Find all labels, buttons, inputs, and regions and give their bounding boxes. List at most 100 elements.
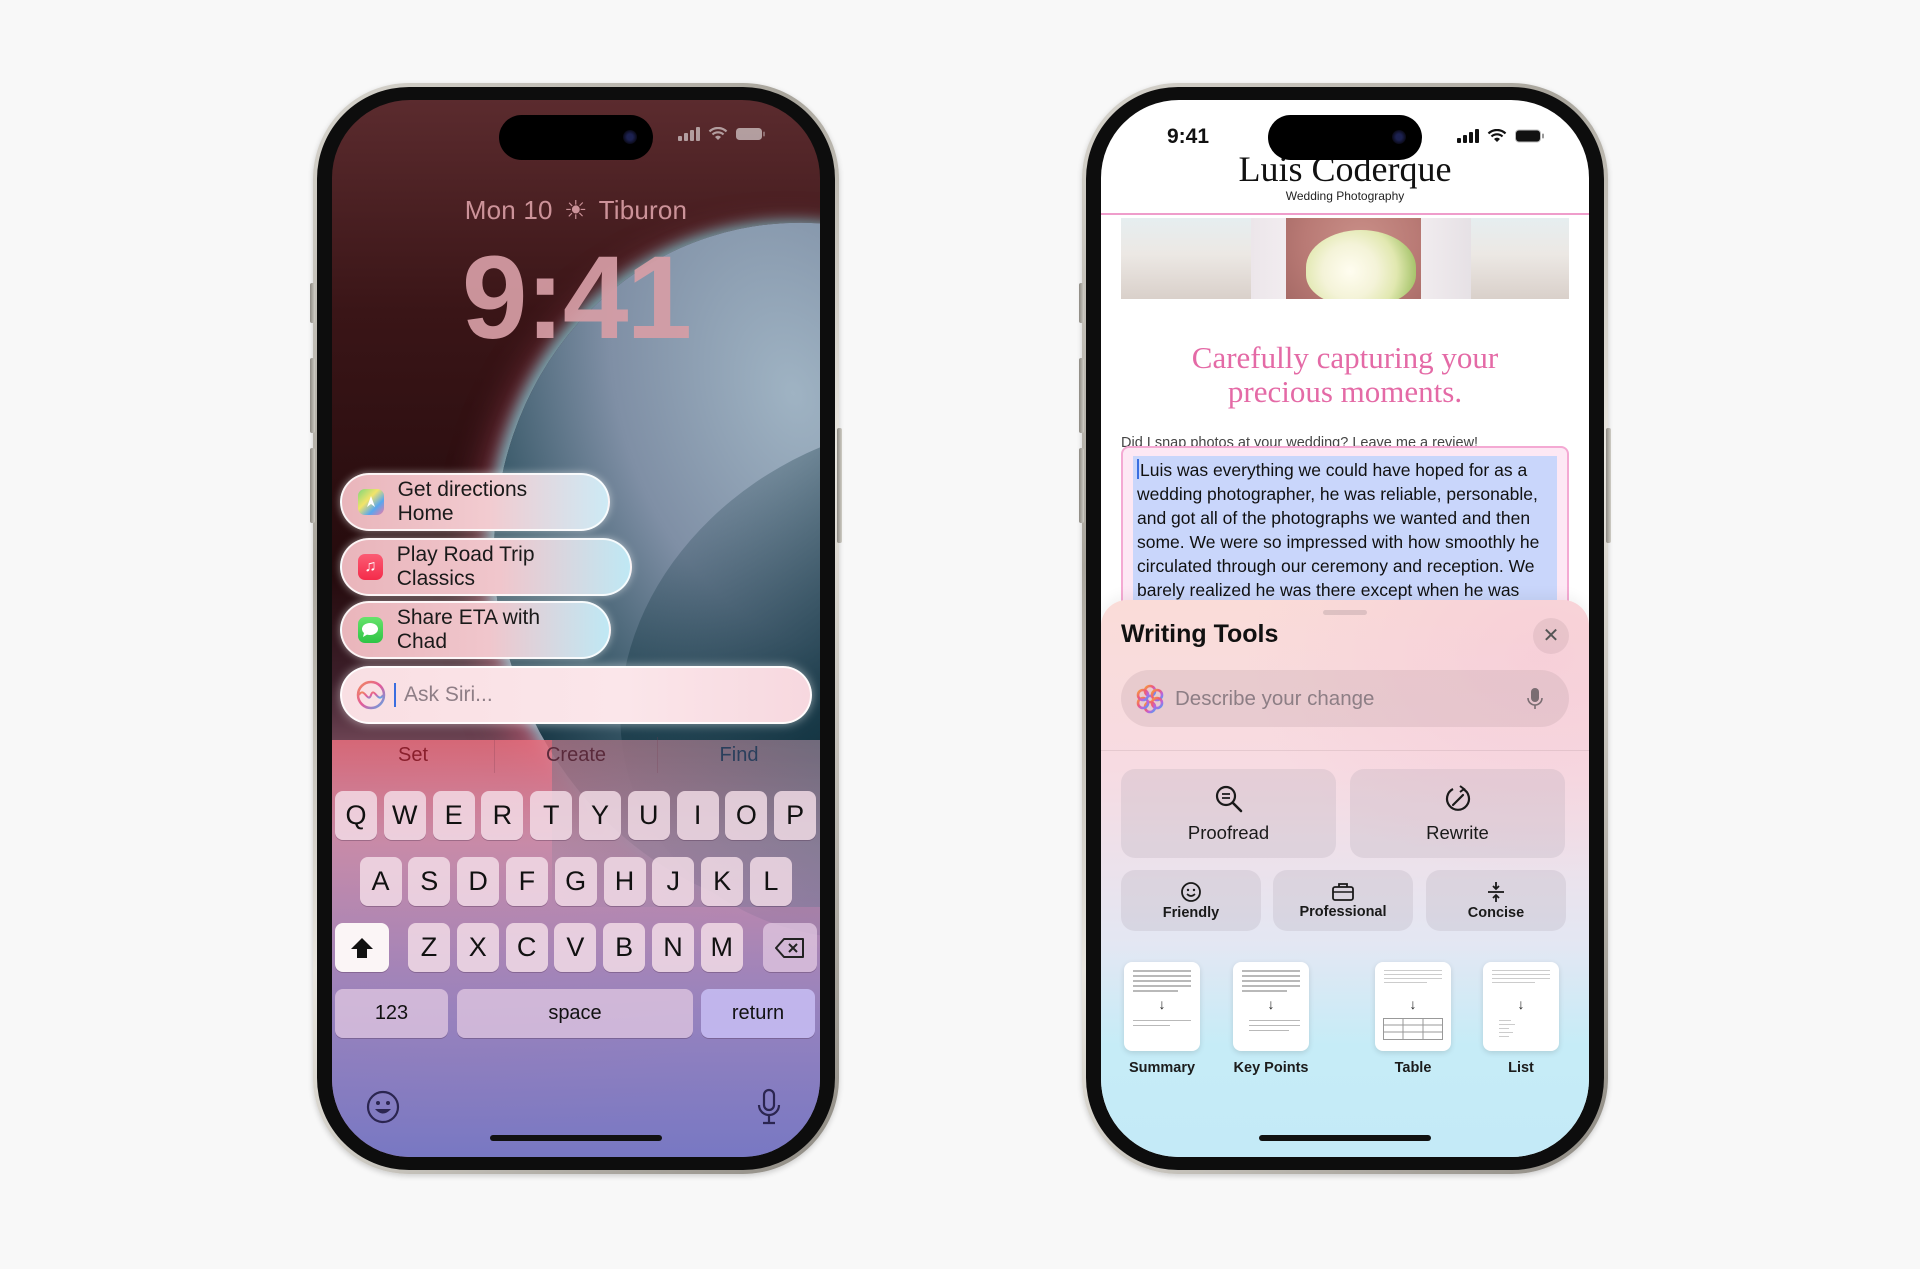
status-time: 9:41 <box>1167 125 1210 148</box>
keyboard-row-2: ASDFGHJKL <box>335 857 817 906</box>
lock-date-weather: Mon 10 ☀ Tiburon <box>332 195 820 226</box>
delete-key[interactable] <box>763 923 817 972</box>
key-a[interactable]: A <box>359 857 402 906</box>
prediction-create[interactable]: Create <box>494 737 657 773</box>
format-label: Table <box>1394 1060 1432 1076</box>
key-o[interactable]: O <box>725 791 768 840</box>
suggestion-label: Share ETA with Chad <box>396 606 541 653</box>
briefcase-icon <box>1332 882 1354 901</box>
keyboard-bottom-bar <box>332 1088 820 1128</box>
key-f[interactable]: F <box>505 857 548 906</box>
space-key[interactable]: space <box>457 989 693 1038</box>
return-key[interactable]: return <box>701 989 815 1038</box>
describe-change-input[interactable]: Describe your change <box>1121 670 1569 727</box>
table-grid-icon <box>1383 1018 1443 1040</box>
microphone-icon[interactable] <box>756 1088 782 1126</box>
arrow-down-icon: ↓ <box>1517 996 1525 1012</box>
key-k[interactable]: K <box>701 857 744 906</box>
dynamic-island <box>499 115 653 160</box>
selection-handle[interactable] <box>1137 459 1139 479</box>
key-l[interactable]: L <box>749 857 792 906</box>
key-i[interactable]: I <box>676 791 719 840</box>
key-w[interactable]: W <box>383 791 426 840</box>
header-divider <box>1101 213 1589 215</box>
maps-app-icon <box>358 489 384 515</box>
rewrite-button[interactable]: Rewrite <box>1350 769 1565 858</box>
side-button <box>837 428 842 543</box>
prediction-set[interactable]: Set <box>332 737 494 773</box>
microphone-icon[interactable] <box>1527 687 1543 711</box>
friendly-button[interactable]: Friendly <box>1121 870 1261 931</box>
tool-label: Concise <box>1467 904 1525 921</box>
key-e[interactable]: E <box>432 791 475 840</box>
key-t[interactable]: T <box>530 791 573 840</box>
site-subtitle: Wedding Photography <box>1285 189 1405 203</box>
sheet-grabber[interactable] <box>1323 610 1367 615</box>
key-z[interactable]: Z <box>408 923 450 972</box>
key-c[interactable]: C <box>505 923 548 972</box>
compress-icon <box>1488 881 1504 902</box>
key-b[interactable]: B <box>603 923 646 972</box>
status-bar <box>1457 129 1545 143</box>
marketing-stage: Mon 10 ☀ Tiburon 9:41 Get directions Hom… <box>0 0 1920 1269</box>
text-caret <box>394 683 396 707</box>
key-u[interactable]: U <box>627 791 670 840</box>
summary-thumbnail: ↓ <box>1124 962 1200 1051</box>
format-label: List <box>1508 1060 1534 1076</box>
hero-photo-bouquet <box>1121 218 1569 299</box>
key-points-button[interactable]: ↓ Key Points <box>1231 962 1311 1076</box>
proofread-button[interactable]: Proofread <box>1121 769 1336 858</box>
cellular-signal-icon <box>678 127 700 141</box>
list-button[interactable]: ↓ List <box>1481 962 1561 1076</box>
siri-suggestion-music[interactable]: ♫ Play Road Trip Classics <box>340 538 632 596</box>
key-h[interactable]: H <box>603 857 646 906</box>
key-q[interactable]: Q <box>335 791 377 840</box>
format-label: Summary <box>1128 1060 1196 1076</box>
key-y[interactable]: Y <box>579 791 621 840</box>
key-j[interactable]: J <box>652 857 695 906</box>
messages-app-icon <box>358 617 383 643</box>
key-r[interactable]: R <box>481 791 524 840</box>
key-v[interactable]: V <box>554 923 597 972</box>
home-indicator[interactable] <box>1259 1135 1431 1141</box>
review-textarea[interactable]: Luis was everything we could have hoped … <box>1121 446 1569 628</box>
prediction-find[interactable]: Find <box>657 737 820 773</box>
battery-icon <box>736 128 765 140</box>
headline-line-1: Carefully capturing your <box>1191 340 1499 375</box>
keyboard-row-4: 123 space return <box>335 989 817 1038</box>
shift-key[interactable] <box>335 923 389 972</box>
cellular-signal-icon <box>1457 129 1479 143</box>
lock-clock: 9:41 <box>461 232 692 364</box>
describe-change-placeholder: Describe your change <box>1175 686 1375 710</box>
professional-button[interactable]: Professional <box>1273 870 1413 931</box>
siri-suggestion-share-eta[interactable]: Share ETA with Chad <box>340 601 611 659</box>
home-indicator[interactable] <box>490 1135 662 1141</box>
volume-up-button <box>1079 358 1084 433</box>
ask-siri-input[interactable]: Ask Siri... <box>340 666 812 724</box>
table-button[interactable]: ↓ Table <box>1373 962 1453 1076</box>
siri-suggestion-directions[interactable]: Get directions Home <box>340 473 610 531</box>
summary-button[interactable]: ↓ Summary <box>1122 962 1202 1076</box>
tool-label: Rewrite <box>1426 821 1489 843</box>
photo-bouquet <box>1306 230 1416 299</box>
key-s[interactable]: S <box>408 857 451 906</box>
arrow-down-icon: ↓ <box>1409 996 1417 1012</box>
key-m[interactable]: M <box>700 923 743 972</box>
emoji-icon[interactable] <box>366 1090 400 1124</box>
concise-button[interactable]: Concise <box>1426 870 1566 931</box>
lock-screen: Mon 10 ☀ Tiburon 9:41 Get directions Hom… <box>332 100 820 1157</box>
key-g[interactable]: G <box>554 857 597 906</box>
volume-down-button <box>1079 448 1084 523</box>
key-p[interactable]: P <box>774 791 817 840</box>
numbers-key[interactable]: 123 <box>335 989 448 1038</box>
keyboard-row-3: ZXCVBNM <box>335 923 817 972</box>
iphone-writing-tools: 9:41 Luis Coderque Wedding Photography C… <box>1079 83 1611 1174</box>
front-camera <box>623 130 637 144</box>
key-n[interactable]: N <box>652 923 694 972</box>
predictive-text-bar: Set Create Find <box>332 737 820 773</box>
table-thumbnail: ↓ <box>1375 962 1451 1051</box>
key-d[interactable]: D <box>457 857 500 906</box>
website-screen: 9:41 Luis Coderque Wedding Photography C… <box>1101 100 1589 1157</box>
key-x[interactable]: X <box>456 923 499 972</box>
close-button[interactable]: ✕ <box>1533 618 1569 654</box>
